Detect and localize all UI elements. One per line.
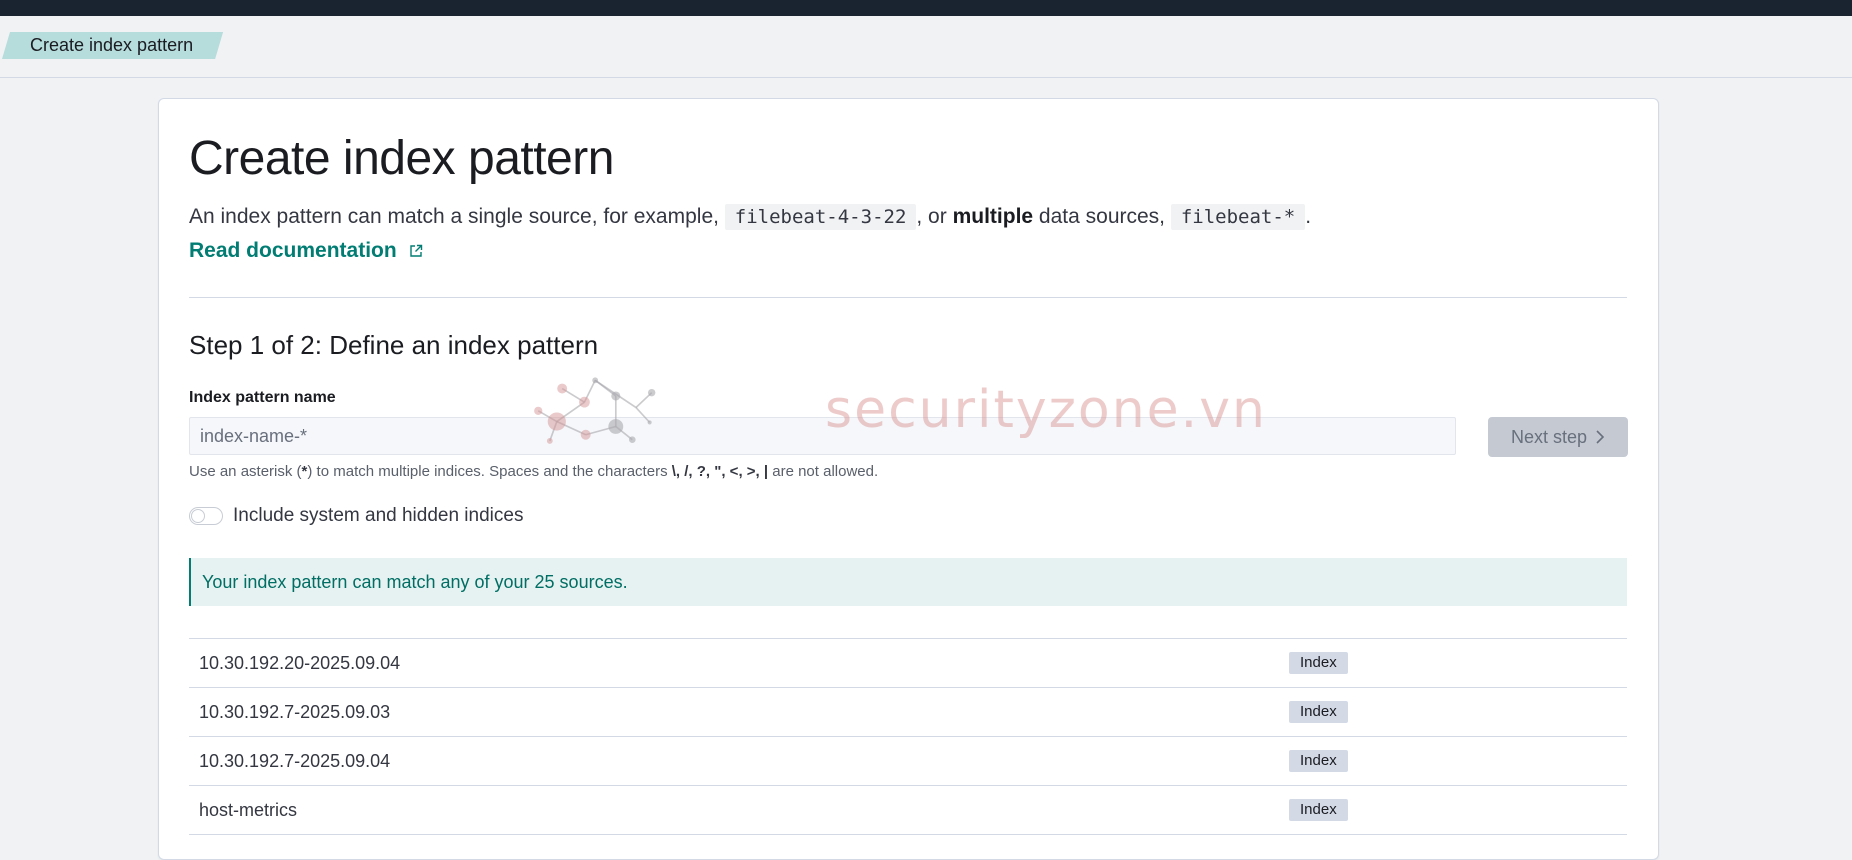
external-link-icon — [409, 245, 422, 258]
index-name: 10.30.192.20-2025.09.04 — [199, 653, 401, 673]
watermark-text: securityzone.vn — [825, 380, 1267, 440]
top-header-bar — [0, 0, 1852, 16]
help-text-1: Use an asterisk ( — [189, 463, 302, 480]
index-pattern-name-label: Index pattern name — [189, 389, 336, 406]
description-text-2: , or — [916, 205, 953, 228]
next-step-button[interactable]: Next step — [1488, 417, 1628, 457]
next-step-label: Next step — [1510, 426, 1588, 447]
index-row: host-metrics Index — [189, 786, 1627, 835]
page-description: An index pattern can match a single sour… — [189, 202, 1629, 232]
index-row: 10.30.192.20-2025.09.04 Index — [189, 639, 1627, 688]
description-text-4: . — [1305, 205, 1312, 228]
index-name: 10.30.192.7-2025.09.04 — [199, 751, 391, 771]
index-type-badge: Index — [1289, 701, 1348, 723]
include-hidden-indices-toggle[interactable] — [189, 507, 223, 525]
index-list: 10.30.192.20-2025.09.04 Index 10.30.192.… — [189, 638, 1627, 835]
page-title: Create index pattern — [189, 132, 614, 185]
example-single-code: filebeat-4-3-22 — [724, 204, 917, 230]
match-sources-callout: Your index pattern can match any of your… — [189, 558, 1627, 606]
index-type-badge: Index — [1289, 652, 1348, 674]
create-index-pattern-panel: Create index pattern An index pattern ca… — [158, 98, 1659, 860]
breadcrumb: Create index pattern — [0, 16, 1852, 78]
description-text-3: data sources, — [1033, 205, 1171, 228]
section-divider — [189, 297, 1627, 298]
help-text-3: are not allowed. — [768, 463, 879, 480]
hidden-indices-toggle-row: Include system and hidden indices — [189, 505, 523, 527]
read-documentation-link[interactable]: Read documentation — [189, 236, 423, 266]
doc-link-label: Read documentation — [189, 239, 397, 262]
index-name: host-metrics — [199, 800, 298, 820]
step-title: Step 1 of 2: Define an index pattern — [189, 330, 599, 360]
description-strong: multiple — [952, 205, 1034, 228]
help-text-2: ) to match multiple indices. Spaces and … — [307, 463, 672, 480]
description-text-1: An index pattern can match a single sour… — [189, 205, 725, 228]
include-hidden-indices-label: Include system and hidden indices — [233, 505, 524, 526]
index-pattern-help-text: Use an asterisk (*) to match multiple in… — [189, 463, 878, 480]
index-row: 10.30.192.7-2025.09.04 Index — [189, 737, 1627, 786]
index-name: 10.30.192.7-2025.09.03 — [199, 702, 391, 722]
chevron-right-icon — [1596, 430, 1605, 444]
index-row: 10.30.192.7-2025.09.03 Index — [189, 688, 1627, 737]
index-type-badge: Index — [1289, 750, 1348, 772]
help-forbidden-chars: \, /, ?, ", <, >, | — [671, 463, 769, 480]
example-multi-code: filebeat-* — [1170, 204, 1306, 230]
breadcrumb-current[interactable]: Create index pattern — [2, 32, 223, 59]
index-type-badge: Index — [1289, 799, 1348, 821]
